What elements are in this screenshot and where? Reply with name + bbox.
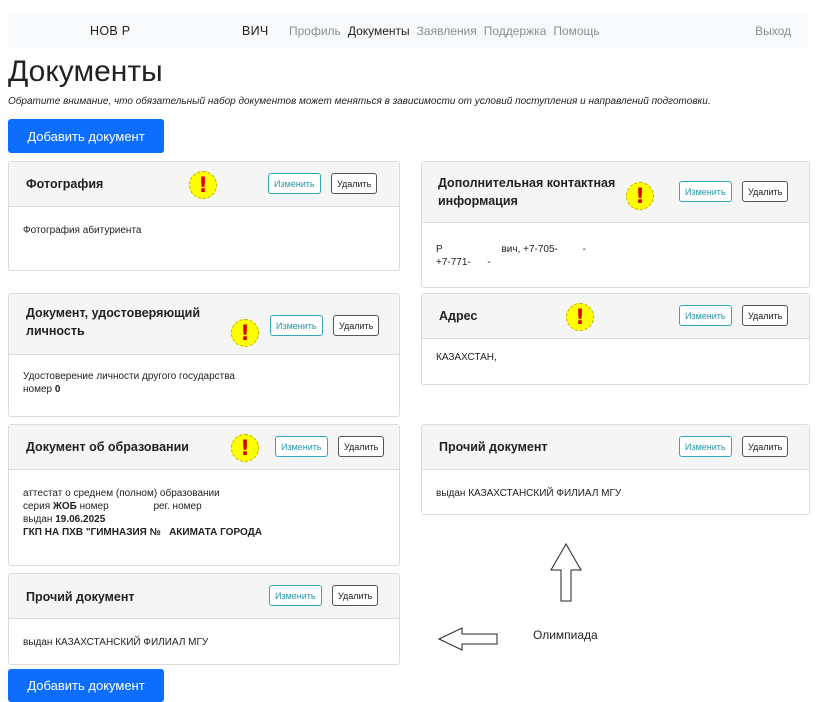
delete-button[interactable]: Удалить: [333, 315, 380, 336]
nav-help[interactable]: Помощь: [553, 24, 599, 38]
top-navbar: НОВ Р ВИЧ Профиль Документы Заявления По…: [8, 14, 808, 48]
exclamation-mark-icon: !: [189, 171, 217, 199]
card-body: выдан КАЗАХСТАНСКИЙ ФИЛИАЛ МГУ: [436, 487, 621, 500]
arrow-up-icon: [550, 542, 582, 602]
card-title-line2: личность: [26, 324, 85, 338]
card-address: Адрес ! Изменить Удалить КАЗАХСТАН,: [421, 293, 810, 385]
user-name-part2: ВИЧ: [242, 24, 269, 38]
address-country: КАЗАХСТАН,: [436, 352, 497, 363]
page-title: Документы: [8, 55, 163, 88]
contact-phone-2: +7-771- -: [436, 257, 491, 268]
edit-button[interactable]: Изменить: [268, 173, 321, 194]
card-other-document-left: Прочий документ Изменить Удалить выдан К…: [8, 573, 400, 665]
exclamation-mark-icon: !: [231, 319, 259, 347]
card-body: Р вич, +7-705- - +7-771- -: [436, 243, 586, 269]
number-label: номер: [79, 501, 109, 512]
card-title-line2: информация: [438, 194, 518, 208]
edit-button[interactable]: Изменить: [269, 585, 322, 606]
contact-phone-1: вич, +7-705-: [501, 244, 558, 255]
card-identity-document: Документ, удостоверяющий личность ! Изме…: [8, 293, 400, 417]
issued-date: 19.06.2025: [55, 514, 106, 525]
card-body: Фотография абитуриента: [23, 224, 141, 237]
nav-documents[interactable]: Документы: [348, 24, 410, 38]
card-title-line1: Дополнительная контактная: [438, 176, 616, 190]
card-header: Прочий документ Изменить Удалить: [422, 425, 809, 470]
card-education-document: Документ об образовании ! Изменить Удали…: [8, 424, 400, 566]
reg-number-label: рег. номер: [153, 501, 202, 512]
card-header: Прочий документ Изменить Удалить: [9, 574, 399, 619]
contact-phone-1-end: -: [582, 244, 586, 255]
identity-doc-type: Удостоверение личности другого государст…: [23, 371, 235, 382]
identity-number-label: номер: [23, 384, 53, 395]
edit-button[interactable]: Изменить: [679, 436, 732, 457]
add-document-button-top[interactable]: Добавить документ: [8, 119, 164, 153]
other-document-issuer: выдан КАЗАХСТАНСКИЙ ФИЛИАЛ МГУ: [23, 637, 209, 648]
nav-profile[interactable]: Профиль: [289, 24, 341, 38]
olympiad-label: Олимпиада: [533, 628, 598, 642]
delete-button[interactable]: Удалить: [332, 585, 379, 606]
card-title: Дополнительная контактная информация: [438, 174, 615, 210]
card-title: Прочий документ: [26, 590, 135, 604]
card-additional-contact: Дополнительная контактная информация ! И…: [421, 161, 810, 288]
card-header: Документ об образовании ! Изменить Удали…: [9, 425, 399, 470]
issued-label: выдан: [23, 514, 53, 525]
card-header: Фотография ! Изменить Удалить: [9, 162, 399, 207]
user-name-part1: НОВ Р: [90, 24, 131, 38]
main-nav: Профиль Документы Заявления Поддержка По…: [289, 24, 607, 38]
edit-button[interactable]: Изменить: [679, 181, 732, 202]
edit-button[interactable]: Изменить: [679, 305, 732, 326]
card-header: Дополнительная контактная информация ! И…: [422, 162, 809, 223]
card-other-document-right: Прочий документ Изменить Удалить выдан К…: [421, 424, 810, 515]
card-body: КАЗАХСТАН,: [436, 351, 497, 364]
school-name: ГКП НА ПХВ "ГИМНАЗИЯ № АКИМАТА ГОРОДА: [23, 527, 262, 538]
delete-button[interactable]: Удалить: [742, 305, 789, 326]
card-title-line1: Документ, удостоверяющий: [26, 306, 201, 320]
logout-link[interactable]: Выход: [755, 24, 791, 38]
card-photo: Фотография ! Изменить Удалить Фотография…: [8, 161, 400, 271]
delete-button[interactable]: Удалить: [742, 181, 789, 202]
card-title: Прочий документ: [439, 440, 548, 454]
other-document-issuer: выдан КАЗАХСТАНСКИЙ ФИЛИАЛ МГУ: [436, 488, 622, 499]
exclamation-mark-icon: !: [626, 182, 654, 210]
card-title: Документ об образовании: [26, 440, 189, 454]
exclamation-mark-icon: !: [566, 303, 594, 331]
delete-button[interactable]: Удалить: [338, 436, 385, 457]
contact-name-start: Р: [436, 244, 443, 255]
exclamation-mark-icon: !: [231, 434, 259, 462]
card-body: Удостоверение личности другого государст…: [23, 370, 235, 396]
card-header: Адрес ! Изменить Удалить: [422, 294, 809, 339]
delete-button[interactable]: Удалить: [742, 436, 789, 457]
nav-support[interactable]: Поддержка: [484, 24, 547, 38]
edit-button[interactable]: Изменить: [275, 436, 328, 457]
card-body: выдан КАЗАХСТАНСКИЙ ФИЛИАЛ МГУ: [23, 636, 208, 649]
notice-text: Обратите внимание, что обязательный набо…: [8, 96, 711, 107]
add-document-button-bottom[interactable]: Добавить документ: [8, 669, 164, 702]
card-body: аттестат о среднем (полном) образовании …: [23, 487, 262, 539]
card-title: Фотография: [26, 177, 104, 191]
photo-description: Фотография абитуриента: [23, 225, 142, 236]
card-header: Документ, удостоверяющий личность ! Изме…: [9, 294, 399, 355]
delete-button[interactable]: Удалить: [331, 173, 378, 194]
edit-button[interactable]: Изменить: [270, 315, 323, 336]
card-title: Документ, удостоверяющий личность: [26, 304, 200, 340]
card-title: Адрес: [439, 309, 478, 323]
series-label: серия: [23, 501, 51, 512]
series-value: ЖОБ: [52, 501, 77, 512]
nav-applications[interactable]: Заявления: [417, 24, 477, 38]
education-doc-type: аттестат о среднем (полном) образовании: [23, 488, 220, 499]
arrow-left-icon: [437, 627, 498, 651]
identity-number-value: 0: [54, 384, 61, 395]
